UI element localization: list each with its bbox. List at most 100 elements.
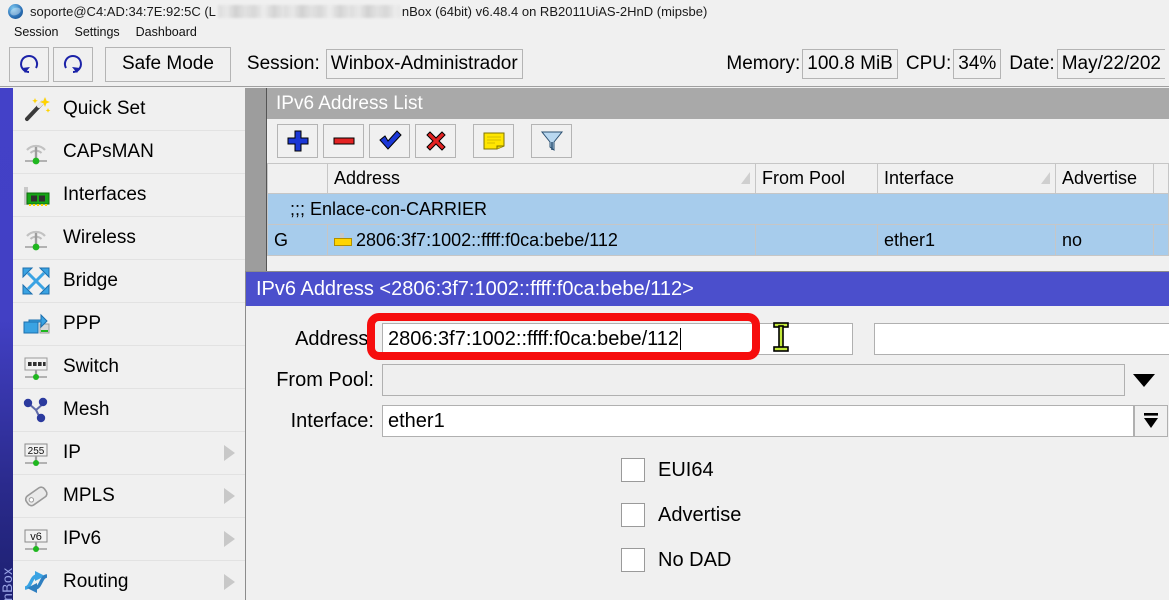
column-header-flags[interactable] xyxy=(268,164,328,194)
ipv6-address-list-title: IPv6 Address List xyxy=(267,88,1169,119)
interface-value: ether1 xyxy=(388,410,445,433)
ipv6-address-table: Address From Pool Interface Advertise ;;… xyxy=(267,163,1169,256)
window-title: soporte@C4:AD:34:7E:92:5C (LnBox (64bit)… xyxy=(30,4,707,19)
ipv6-icon: v6 xyxy=(21,524,51,554)
main-toolbar: Safe Mode Session: Winbox-Administrador … xyxy=(0,42,1169,87)
from-pool-label: From Pool: xyxy=(246,369,374,392)
filter-button[interactable] xyxy=(531,124,572,158)
sidebar-menu: Quick Set CAPsMAN xyxy=(13,88,245,600)
cpu-label: CPU: xyxy=(906,53,951,75)
sidebar-item-label: Mesh xyxy=(63,399,109,421)
table-row[interactable]: G 2806:3f7:1002::ffff:f0ca:bebe/112 ethe… xyxy=(268,225,1169,256)
chevron-right-icon xyxy=(224,574,235,590)
sidebar-item-routing[interactable]: Routing xyxy=(13,561,245,600)
sidebar-item-label: Bridge xyxy=(63,270,118,292)
column-header-interface[interactable]: Interface xyxy=(878,164,1056,194)
sidebar-item-mesh[interactable]: Mesh xyxy=(13,389,245,432)
remove-button[interactable] xyxy=(323,124,364,158)
address-value: 2806:3f7:1002::ffff:f0ca:bebe/112 xyxy=(388,328,679,351)
no-dad-checkbox[interactable] xyxy=(621,548,645,572)
memory-value: 100.8 MiB xyxy=(802,49,898,79)
funnel-icon xyxy=(539,128,565,154)
ipv6-address-dialog: IPv6 Address <2806:3f7:1002::ffff:f0ca:b… xyxy=(245,271,1169,600)
sidebar-item-label: IPv6 xyxy=(63,528,101,550)
from-pool-dropdown-button[interactable] xyxy=(1125,364,1163,396)
desktop-background xyxy=(245,88,266,271)
cell-address: 2806:3f7:1002::ffff:f0ca:bebe/112 xyxy=(328,225,756,256)
cell-interface: ether1 xyxy=(878,225,1056,256)
redacted-title-segment xyxy=(218,5,400,18)
column-header-from-pool[interactable]: From Pool xyxy=(756,164,878,194)
from-pool-field[interactable] xyxy=(382,364,1125,396)
redo-button[interactable] xyxy=(53,47,93,82)
cell-from-pool xyxy=(756,225,878,256)
from-pool-row: From Pool: xyxy=(246,364,1169,396)
no-dad-label: No DAD xyxy=(658,549,731,572)
enable-button[interactable] xyxy=(369,124,410,158)
minus-icon xyxy=(331,128,357,154)
winbox-globe-icon xyxy=(8,4,23,19)
text-ibeam-cursor xyxy=(770,321,792,353)
sidebar-item-label: Switch xyxy=(63,356,119,378)
address-type-icon xyxy=(334,233,350,249)
session-label: Session: xyxy=(247,53,320,75)
cell-filler xyxy=(1154,225,1169,256)
address-row: Address: 2806:3f7:1002::ffff:f0ca:bebe/1… xyxy=(246,323,1169,355)
window-title-bar: soporte@C4:AD:34:7E:92:5C (LnBox (64bit)… xyxy=(0,0,1169,22)
eui64-checkbox[interactable] xyxy=(621,458,645,482)
chevron-right-icon xyxy=(224,488,235,504)
sidebar-item-interfaces[interactable]: Interfaces xyxy=(13,174,245,217)
column-header-filler xyxy=(1154,164,1169,194)
comment-button[interactable] xyxy=(473,124,514,158)
note-icon xyxy=(481,128,507,154)
menu-item-dashboard[interactable]: Dashboard xyxy=(128,24,205,40)
sidebar-item-capsman[interactable]: CAPsMAN xyxy=(13,131,245,174)
chevron-down-icon xyxy=(1133,374,1155,387)
sidebar-item-ppp[interactable]: PPP xyxy=(13,303,245,346)
sidebar-item-label: Routing xyxy=(63,571,129,593)
sidebar-item-bridge[interactable]: Bridge xyxy=(13,260,245,303)
dialog-title: IPv6 Address <2806:3f7:1002::ffff:f0ca:b… xyxy=(246,272,1169,306)
session-value[interactable]: Winbox-Administrador xyxy=(326,49,523,79)
sidebar-item-switch[interactable]: Switch xyxy=(13,346,245,389)
sidebar-item-mpls[interactable]: MPLS xyxy=(13,475,245,518)
row-comment: ;;; Enlace-con-CARRIER xyxy=(268,194,1169,225)
antenna-icon xyxy=(21,223,51,253)
cell-address-text: 2806:3f7:1002::ffff:f0ca:bebe/112 xyxy=(356,230,618,250)
ppp-monitor-icon xyxy=(21,309,51,339)
antenna-icon xyxy=(21,137,51,167)
advertise-checkbox[interactable] xyxy=(621,503,645,527)
cell-flags: G xyxy=(268,225,328,256)
window-title-suffix: nBox (64bit) v6.48.4 on RB2011UiAS-2HnD … xyxy=(402,4,707,19)
interface-field[interactable]: ether1 xyxy=(382,405,1134,437)
menu-item-session[interactable]: Session xyxy=(6,24,66,40)
sidebar-item-label: CAPsMAN xyxy=(63,141,154,163)
sidebar-item-quick-set[interactable]: Quick Set xyxy=(13,88,245,131)
column-header-label: Interface xyxy=(884,168,954,188)
interface-label: Interface: xyxy=(246,410,374,433)
column-header-address[interactable]: Address xyxy=(328,164,756,194)
memory-label: Memory: xyxy=(726,53,800,75)
menu-item-settings[interactable]: Settings xyxy=(66,24,127,40)
sidebar-item-label: PPP xyxy=(63,313,101,335)
eui64-checkbox-row[interactable]: EUI64 xyxy=(246,458,1169,482)
advertise-checkbox-row[interactable]: Advertise xyxy=(246,503,1169,527)
column-header-advertise[interactable]: Advertise xyxy=(1056,164,1154,194)
address-secondary-field[interactable] xyxy=(874,323,1169,355)
table-comment-row[interactable]: ;;; Enlace-con-CARRIER xyxy=(268,194,1169,225)
sidebar-item-wireless[interactable]: Wireless xyxy=(13,217,245,260)
sort-indicator-icon xyxy=(1041,172,1050,184)
network-card-icon xyxy=(21,180,51,210)
menu-bar: Session Settings Dashboard xyxy=(0,22,1169,42)
interface-dropdown-button[interactable] xyxy=(1134,405,1168,437)
sidebar-item-ipv6[interactable]: v6 IPv6 xyxy=(13,518,245,561)
sidebar-item-ip[interactable]: 255 IP xyxy=(13,432,245,475)
add-button[interactable] xyxy=(277,124,318,158)
address-label: Address: xyxy=(246,328,374,351)
disable-button[interactable] xyxy=(415,124,456,158)
mesh-nodes-icon xyxy=(21,395,51,425)
safe-mode-button[interactable]: Safe Mode xyxy=(105,47,231,82)
undo-button[interactable] xyxy=(9,47,49,82)
no-dad-checkbox-row[interactable]: No DAD xyxy=(246,548,1169,572)
chevron-right-icon xyxy=(224,531,235,547)
